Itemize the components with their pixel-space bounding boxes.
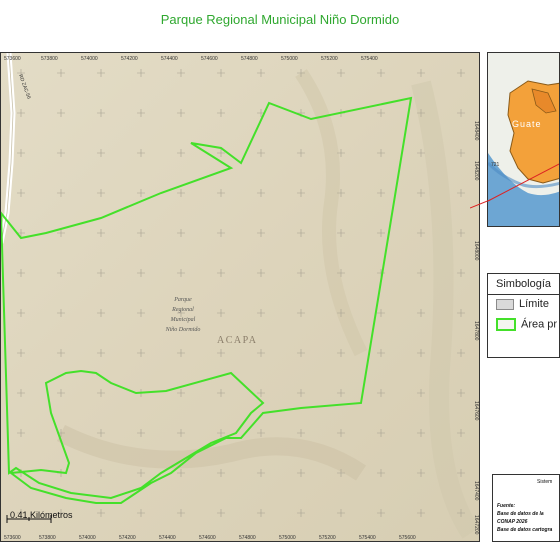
northing-label: 1647400: [473, 481, 479, 501]
easting-label: 575200: [319, 535, 336, 541]
coordinate-grid: [1, 53, 479, 541]
legend: Simbología Límite Área pr: [487, 273, 560, 358]
easting-label: 575400: [359, 535, 376, 541]
sources-box: Sistem Fuente: Base de datos de la CONAP…: [492, 474, 560, 542]
sources-fuente: Fuente:: [497, 503, 516, 509]
easting-label: 574200: [119, 535, 136, 541]
park-label-line-2: Regional: [171, 307, 194, 313]
northing-label: 1647600: [473, 401, 479, 421]
easting-label: 574800: [241, 56, 258, 62]
legend-divider: [488, 294, 559, 295]
area-swatch: [496, 318, 516, 331]
legend-item-area: Área pr: [496, 318, 557, 331]
legend-item-limit: Límite: [496, 298, 549, 310]
map-title: Parque Regional Municipal Niño Dormido: [160, 12, 400, 27]
legend-item-label: Área pr: [521, 318, 558, 331]
easting-label: 575400: [361, 56, 378, 62]
easting-label: 573800: [39, 535, 56, 541]
easting-label: 573800: [41, 56, 58, 62]
northing-label: 1648000: [473, 241, 479, 261]
park-label-line-3: Municipal: [170, 317, 196, 323]
easting-label: 575000: [279, 535, 296, 541]
easting-label: 575000: [281, 56, 298, 62]
place-label: ACAPA: [217, 335, 257, 346]
easting-label: 574600: [201, 56, 218, 62]
map-canvas: RD ZAC-56 ACAPA Parque Regional Municipa…: [1, 53, 479, 541]
northing-label: 1648400: [473, 121, 479, 141]
sources-line-1: Base de datos de la: [497, 511, 544, 517]
northing-label: 1647800: [473, 321, 479, 341]
easting-label: 574400: [159, 535, 176, 541]
easting-label: 574800: [239, 535, 256, 541]
locator-link: [470, 199, 490, 209]
easting-label: 574000: [81, 56, 98, 62]
main-map[interactable]: RD ZAC-56 ACAPA Parque Regional Municipa…: [0, 52, 480, 542]
legend-title: Simbología: [496, 278, 552, 290]
easting-label: 573600: [4, 56, 21, 62]
sources-heading: Sistem: [537, 479, 553, 485]
easting-label: 575600: [399, 535, 416, 541]
inset-country-label: Guate: [512, 119, 542, 129]
easting-label: 574000: [79, 535, 96, 541]
scale-label: 0.41 Kilómetros: [10, 510, 73, 520]
legend-item-label: Límite: [519, 298, 549, 310]
inset-route-label: 721: [491, 162, 500, 168]
easting-label: 575200: [321, 56, 338, 62]
northing-label: 1648200: [473, 161, 479, 181]
limit-swatch: [496, 298, 514, 310]
park-label-line-1: Parque: [173, 297, 192, 303]
easting-label: 574200: [121, 56, 138, 62]
sources-line-3: Base de datos cartogra: [497, 527, 553, 533]
sources-line-2: CONAP 2026: [497, 519, 528, 525]
easting-label: 574600: [199, 535, 216, 541]
easting-label: 574400: [161, 56, 178, 62]
park-label-line-4: Niño Dormido: [165, 327, 201, 333]
easting-label: 573600: [4, 535, 21, 541]
inset-canvas: Guate 721: [488, 53, 559, 226]
northing-label: 1647200: [473, 515, 479, 535]
inset-map[interactable]: Guate 721: [487, 52, 560, 227]
